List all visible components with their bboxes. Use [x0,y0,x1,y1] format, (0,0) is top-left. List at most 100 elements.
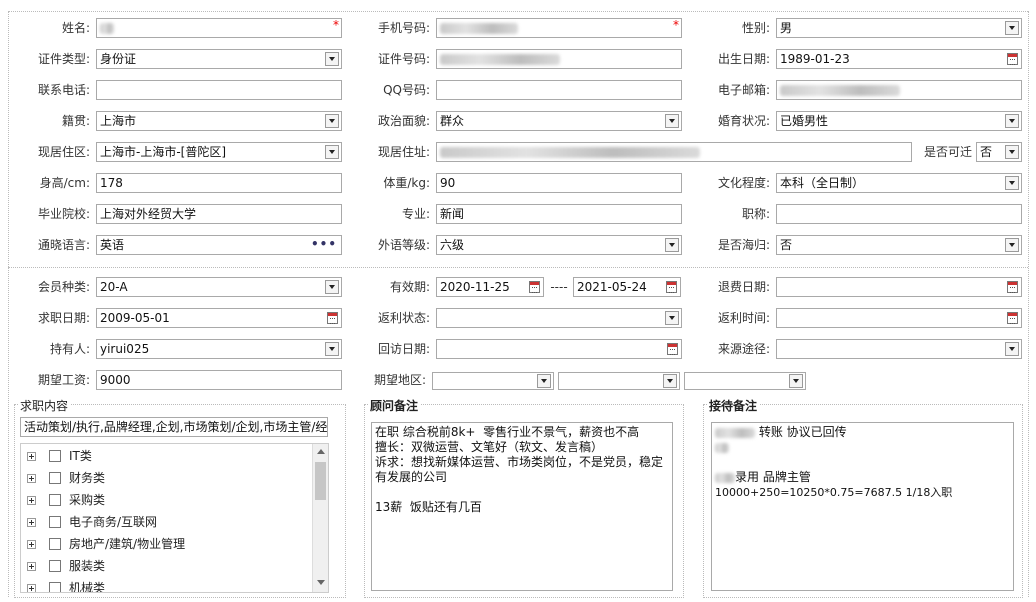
tree-scrollbar[interactable] [312,444,328,592]
marital-status-select[interactable]: 已婚男性 [776,111,1022,131]
dropdown-arrow-icon[interactable] [325,145,339,159]
rebate-status-label: 返利状态: [377,311,430,325]
dropdown-arrow-icon[interactable] [325,342,339,356]
residence-area-select[interactable]: 上海市-上海市-[普陀区] [96,142,342,162]
calendar-icon[interactable] [1007,53,1018,65]
phone-input[interactable]: * [436,18,682,38]
member-type-select[interactable]: 20-A [96,277,342,297]
expand-icon[interactable] [27,540,36,549]
checkbox[interactable] [49,560,61,572]
valid-start-input[interactable]: 2020-11-25 [436,277,544,297]
overseas-select[interactable]: 否 [776,235,1022,255]
calendar-icon[interactable] [666,281,677,293]
expand-icon[interactable] [27,452,36,461]
gender-select[interactable]: 男 [776,18,1022,38]
callback-date-input[interactable] [436,339,682,359]
holder-value: yirui025 [100,342,150,356]
expand-icon[interactable] [27,496,36,505]
expand-icon[interactable] [27,584,36,592]
member-type-value: 20-A [100,280,128,294]
qq-input[interactable] [436,80,682,100]
job-seek-date-input[interactable]: 2009-05-01 [96,308,342,328]
reception-notes-textarea[interactable]: 转账 协议已回传 录用 品牌主管 10000+250=10250*0.75=76… [711,422,1014,591]
email-input[interactable] [776,80,1022,100]
language-input[interactable]: 英语 ••• [96,235,342,255]
checkbox[interactable] [49,582,61,592]
region-city-select[interactable] [558,372,680,390]
scroll-up-icon[interactable] [317,449,325,454]
name-input[interactable]: * [96,18,342,38]
tree-item-label: 服装类 [69,559,106,573]
reception-notes-title: 接待备注 [707,397,760,414]
birth-date-value: 1989-01-23 [780,52,850,66]
id-type-select[interactable]: 身份证 [96,49,342,69]
dropdown-arrow-icon[interactable] [325,52,339,66]
checkbox[interactable] [49,450,61,462]
dropdown-arrow-icon[interactable] [1005,145,1019,159]
expected-salary-input[interactable]: 9000 [96,370,342,390]
name-value-blurred [100,23,114,34]
dropdown-arrow-icon[interactable] [1005,342,1019,356]
calendar-icon[interactable] [1007,312,1018,324]
major-input[interactable]: 新闻 [436,204,682,224]
dropdown-arrow-icon[interactable] [789,374,803,388]
note-line: 转账 协议已回传 [715,425,1010,440]
valid-end-value: 2021-05-24 [577,280,647,294]
dropdown-arrow-icon[interactable] [325,114,339,128]
weight-input[interactable]: 90 [436,173,682,193]
education-select[interactable]: 本科（全日制） [776,173,1022,193]
checkbox[interactable] [49,494,61,506]
birth-date-input[interactable]: 1989-01-23 [776,49,1022,69]
calendar-icon[interactable] [667,343,678,355]
id-number-input[interactable] [436,49,682,69]
refund-date-input[interactable] [776,277,1022,297]
address-input[interactable] [436,142,912,162]
expand-icon[interactable] [27,562,36,571]
dropdown-arrow-icon[interactable] [1005,238,1019,252]
valid-end-input[interactable]: 2021-05-24 [573,277,681,297]
more-options-icon[interactable]: ••• [311,236,337,252]
region-district-select[interactable] [684,372,806,390]
address-label: 现居住址: [377,145,430,159]
calendar-icon[interactable] [327,312,338,324]
political-status-select[interactable]: 群众 [436,111,682,131]
rebate-time-input[interactable] [776,308,1022,328]
scroll-down-icon[interactable] [317,580,325,585]
calendar-icon[interactable] [529,281,540,293]
expand-icon[interactable] [27,518,36,527]
title-input[interactable] [776,204,1022,224]
checkbox[interactable] [49,538,61,550]
relocatable-value: 否 [980,145,993,159]
dropdown-arrow-icon[interactable] [665,238,679,252]
holder-select[interactable]: yirui025 [96,339,342,359]
height-input[interactable]: 178 [96,173,342,193]
calendar-icon[interactable] [1007,281,1018,293]
job-content-summary[interactable]: 活动策划/执行,品牌经理,企划,市场策划/企划,市场主管/经理 [20,417,328,437]
scroll-thumb[interactable] [315,462,326,500]
note-line-text: 10000+250=10250*0.75=7687.5 1/18入职 [715,486,953,499]
dropdown-arrow-icon[interactable] [665,311,679,325]
checkbox[interactable] [49,472,61,484]
language-level-select[interactable]: 六级 [436,235,682,255]
rebate-status-select[interactable] [436,308,682,328]
region-province-select[interactable] [432,372,554,390]
job-seek-date-value: 2009-05-01 [100,311,170,325]
school-input[interactable]: 上海对外经贸大学 [96,204,342,224]
note-line [715,455,1010,470]
dropdown-arrow-icon[interactable] [325,280,339,294]
valid-period-label: 有效期: [389,280,430,294]
native-place-select[interactable]: 上海市 [96,111,342,131]
source-select[interactable] [776,339,1022,359]
dropdown-arrow-icon[interactable] [537,374,551,388]
expand-icon[interactable] [27,474,36,483]
advisor-notes-textarea[interactable]: 在职 综合税前8k+ 零售行业不景气，薪资也不高 擅长：双微运营、文笔好（软文、… [371,422,673,591]
contact-phone-input[interactable] [96,80,342,100]
dropdown-arrow-icon[interactable] [1005,21,1019,35]
dropdown-arrow-icon[interactable] [665,114,679,128]
dropdown-arrow-icon[interactable] [663,374,677,388]
relocatable-select[interactable]: 否 [976,142,1022,162]
note-line [715,440,1010,455]
dropdown-arrow-icon[interactable] [1005,176,1019,190]
checkbox[interactable] [49,516,61,528]
dropdown-arrow-icon[interactable] [1005,114,1019,128]
